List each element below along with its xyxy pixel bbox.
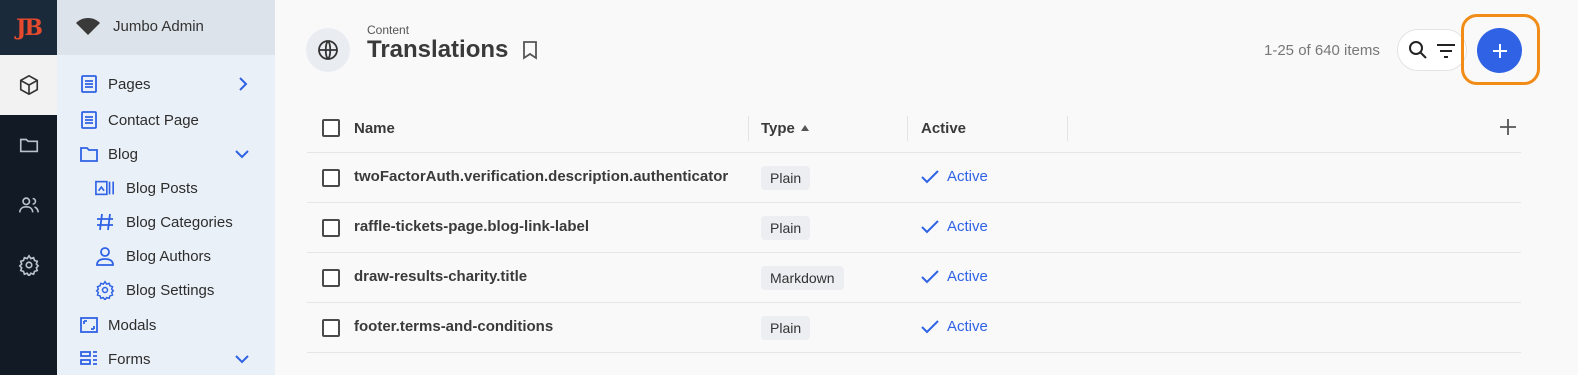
sidebar-item-blog-authors[interactable]: Blog Authors bbox=[57, 241, 275, 271]
hash-icon bbox=[94, 211, 116, 233]
cell-name: footer.terms-and-conditions bbox=[354, 318, 554, 335]
cell-name: draw-results-charity.title bbox=[354, 268, 528, 285]
modal-icon bbox=[78, 314, 100, 336]
check-icon bbox=[921, 319, 939, 333]
sidebar-item-label: Modals bbox=[108, 316, 157, 334]
sidebar-item-label: Contact Page bbox=[108, 111, 199, 129]
chevron-down-icon[interactable] bbox=[232, 349, 252, 369]
type-badge: Plain bbox=[761, 166, 811, 190]
sidebar-item-label: Blog Settings bbox=[126, 281, 215, 299]
table-row[interactable]: footer.terms-and-conditions Plain Active bbox=[307, 303, 1521, 353]
row-checkbox[interactable] bbox=[322, 169, 340, 187]
column-divider[interactable] bbox=[1067, 116, 1068, 141]
active-status: Active bbox=[921, 268, 988, 285]
table-row[interactable]: draw-results-charity.title Markdown Acti… bbox=[307, 253, 1521, 303]
plus-icon bbox=[1492, 43, 1507, 58]
wifi-icon bbox=[76, 18, 100, 35]
main-content: Content Translations 1-25 of 640 items N… bbox=[275, 0, 1578, 375]
column-divider[interactable] bbox=[907, 116, 908, 141]
active-label: Active bbox=[947, 268, 988, 285]
sidebar-item-label: Blog Authors bbox=[126, 247, 212, 265]
page-icon bbox=[78, 109, 100, 131]
app-root: JB Jumbo Admin Pages Contact Page Blog B… bbox=[0, 0, 1578, 375]
site-name: Jumbo Admin bbox=[113, 18, 204, 35]
sidebar-item-label: Pages bbox=[108, 75, 151, 93]
logo-text: JB bbox=[15, 14, 43, 41]
sidebar-item-label: Blog bbox=[108, 145, 139, 163]
column-header-name[interactable]: Name bbox=[354, 120, 395, 137]
active-label: Active bbox=[947, 218, 988, 235]
breadcrumb[interactable]: Content bbox=[367, 23, 409, 37]
chevron-right-icon[interactable] bbox=[232, 74, 252, 94]
cube-icon bbox=[19, 74, 38, 96]
row-checkbox[interactable] bbox=[322, 319, 340, 337]
chevron-down-icon[interactable] bbox=[232, 144, 252, 164]
rail-users-button[interactable] bbox=[0, 175, 57, 235]
rail-media-button[interactable] bbox=[0, 115, 57, 175]
search-filter-group bbox=[1397, 29, 1467, 71]
sidebar-item-label: Blog Categories bbox=[126, 213, 233, 231]
gear-icon bbox=[94, 279, 116, 301]
check-icon bbox=[921, 169, 939, 183]
site-switcher[interactable]: Jumbo Admin bbox=[57, 0, 275, 55]
item-count: 1-25 of 640 items bbox=[1264, 42, 1380, 59]
add-column-icon[interactable] bbox=[1499, 118, 1517, 136]
bookmark-icon[interactable] bbox=[521, 40, 539, 60]
page-icon bbox=[78, 73, 100, 95]
active-label: Active bbox=[947, 168, 988, 185]
sidebar-item-blog-posts[interactable]: Blog Posts bbox=[57, 173, 275, 203]
active-status: Active bbox=[921, 168, 988, 185]
sort-ascending-icon[interactable] bbox=[801, 125, 809, 131]
sidebar-item-pages[interactable]: Pages bbox=[57, 69, 275, 99]
active-status: Active bbox=[921, 318, 988, 335]
sidebar-item-label: Forms bbox=[108, 350, 151, 368]
folder-icon bbox=[19, 138, 38, 153]
globe-icon bbox=[306, 28, 350, 72]
type-badge: Plain bbox=[761, 316, 811, 340]
page-title: Translations bbox=[367, 36, 509, 63]
users-icon bbox=[18, 197, 39, 213]
sidebar-item-forms[interactable]: Forms bbox=[57, 344, 275, 374]
column-header-active[interactable]: Active bbox=[921, 120, 966, 137]
column-header-type[interactable]: Type bbox=[761, 120, 795, 137]
select-all-checkbox[interactable] bbox=[322, 119, 340, 137]
app-logo[interactable]: JB bbox=[0, 0, 57, 55]
check-icon bbox=[921, 219, 939, 233]
rail-content-button[interactable] bbox=[0, 55, 57, 115]
add-translation-button[interactable] bbox=[1477, 28, 1522, 73]
table-row[interactable]: twoFactorAuth.verification.description.a… bbox=[307, 153, 1521, 203]
sidebar-item-label: Blog Posts bbox=[126, 179, 198, 197]
sidebar-item-modals[interactable]: Modals bbox=[57, 310, 275, 340]
folder-icon bbox=[78, 143, 100, 165]
active-status: Active bbox=[921, 218, 988, 235]
rail-settings-button[interactable] bbox=[0, 235, 57, 295]
search-icon[interactable] bbox=[1408, 40, 1428, 60]
sidebar-item-contact-page[interactable]: Contact Page bbox=[57, 105, 275, 135]
sidebar-item-blog-categories[interactable]: Blog Categories bbox=[57, 207, 275, 237]
column-divider[interactable] bbox=[748, 116, 749, 141]
translations-table: Name Type Active twoFactorAuth.verificat… bbox=[307, 103, 1521, 353]
check-icon bbox=[921, 269, 939, 283]
person-icon bbox=[94, 245, 116, 267]
cell-name: twoFactorAuth.verification.description.a… bbox=[354, 168, 729, 185]
table-header: Name Type Active bbox=[307, 103, 1521, 153]
blog-posts-icon bbox=[94, 177, 116, 199]
type-badge: Plain bbox=[761, 216, 811, 240]
row-checkbox[interactable] bbox=[322, 269, 340, 287]
active-label: Active bbox=[947, 318, 988, 335]
row-checkbox[interactable] bbox=[322, 219, 340, 237]
forms-icon bbox=[78, 348, 100, 370]
type-badge: Markdown bbox=[761, 266, 844, 290]
filter-icon[interactable] bbox=[1436, 41, 1456, 61]
cell-name: raffle-tickets-page.blog-link-label bbox=[354, 218, 590, 235]
sidebar-item-blog[interactable]: Blog bbox=[57, 139, 275, 169]
sidebar-item-blog-settings[interactable]: Blog Settings bbox=[57, 275, 275, 305]
table-row[interactable]: raffle-tickets-page.blog-link-label Plai… bbox=[307, 203, 1521, 253]
gear-icon bbox=[18, 254, 39, 276]
icon-rail: JB bbox=[0, 0, 57, 375]
sidebar: Jumbo Admin Pages Contact Page Blog Blog… bbox=[57, 0, 275, 375]
